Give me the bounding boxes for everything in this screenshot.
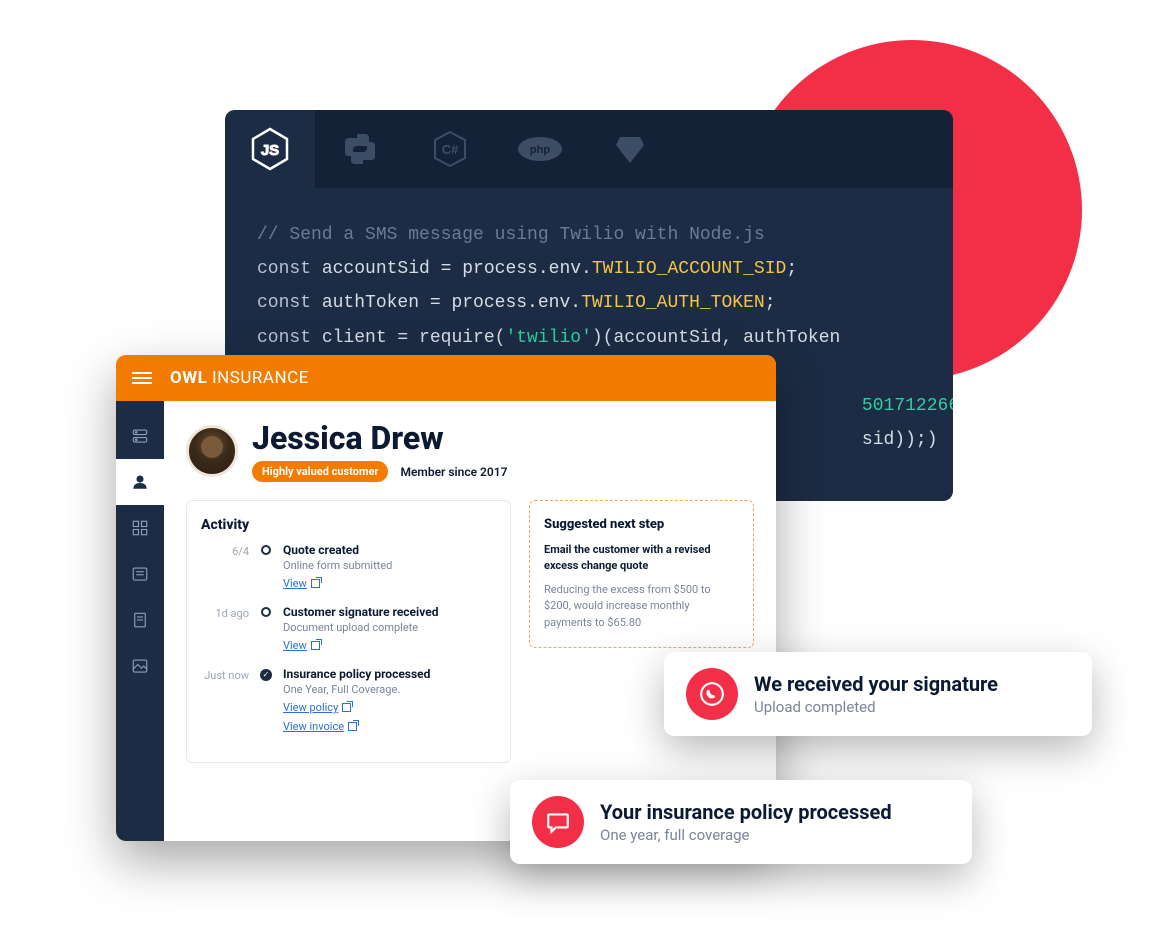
activity-panel: Activity 6/4 Quote created Online form s… (186, 500, 511, 763)
csharp-icon: C# (433, 130, 467, 168)
suggest-detail: Reducing the excess from $500 to $200, w… (544, 582, 739, 632)
sidebar-item-list[interactable] (116, 551, 164, 597)
avatar (186, 425, 238, 477)
activity-item: Just now Insurance policy processed One … (201, 667, 496, 734)
activity-subtitle: Online form submitted (283, 559, 496, 572)
activity-time: 6/4 (201, 543, 249, 591)
view-link[interactable]: View (283, 577, 320, 590)
activity-title: Insurance policy processed (283, 667, 496, 681)
sidebar-item-customer[interactable] (116, 459, 164, 505)
notification-card: Your insurance policy processed One year… (510, 780, 972, 864)
customer-name: Jessica Drew (252, 419, 507, 457)
php-icon: php (517, 136, 563, 162)
suggested-next-step-panel: Suggested next step Email the customer w… (529, 500, 754, 648)
ruby-icon (614, 133, 646, 165)
activity-time: 1d ago (201, 605, 249, 653)
list-icon (131, 565, 149, 583)
notification-subtitle: Upload completed (754, 698, 998, 716)
tab-nodejs[interactable]: JS (225, 110, 315, 188)
external-link-icon (311, 579, 320, 588)
nodejs-icon: JS (251, 127, 289, 171)
tab-csharp[interactable]: C# (405, 110, 495, 188)
status-badge: Highly valued customer (252, 461, 388, 482)
code-line: // Send a SMS message using Twilio with … (257, 225, 765, 245)
view-policy-link[interactable]: View policy (283, 701, 351, 714)
crm-sidebar (116, 401, 164, 841)
grid-icon (131, 519, 149, 537)
sidebar-item-image[interactable] (116, 643, 164, 689)
status-dot-check (260, 669, 272, 681)
notification-title: Your insurance policy processed (600, 800, 892, 824)
crm-header: OWL INSURANCE (116, 355, 776, 401)
python-icon (343, 132, 377, 166)
sidebar-item-server[interactable] (116, 413, 164, 459)
notification-subtitle: One year, full coverage (600, 826, 892, 844)
crm-main: Jessica Drew Highly valued customer Memb… (164, 401, 776, 841)
sidebar-item-grid[interactable] (116, 505, 164, 551)
image-icon (131, 657, 149, 675)
status-dot-open (261, 607, 271, 617)
activity-time: Just now (201, 667, 249, 734)
view-link[interactable]: View (283, 639, 320, 652)
external-link-icon (342, 703, 351, 712)
sidebar-item-document[interactable] (116, 597, 164, 643)
member-since: Member since 2017 (400, 465, 507, 479)
suggest-heading: Suggested next step (544, 517, 739, 532)
user-icon (131, 473, 149, 491)
status-dot-open (261, 545, 271, 555)
activity-title: Quote created (283, 543, 496, 557)
server-icon (131, 427, 149, 445)
activity-title: Customer signature received (283, 605, 496, 619)
tab-php[interactable]: php (495, 110, 585, 188)
menu-icon[interactable] (132, 372, 152, 384)
notification-title: We received your signature (754, 672, 998, 696)
chat-icon (532, 796, 584, 848)
activity-item: 6/4 Quote created Online form submitted … (201, 543, 496, 591)
document-icon (131, 611, 149, 629)
tab-python[interactable] (315, 110, 405, 188)
svg-text:JS: JS (261, 142, 279, 159)
tab-ruby[interactable] (585, 110, 675, 188)
activity-heading: Activity (201, 517, 496, 533)
svg-text:C#: C# (442, 142, 459, 157)
brand-title: OWL INSURANCE (170, 368, 309, 388)
svg-text:php: php (530, 144, 550, 156)
activity-item: 1d ago Customer signature received Docum… (201, 605, 496, 653)
activity-subtitle: Document upload complete (283, 621, 496, 634)
language-tabs: JS C# php (225, 110, 953, 188)
suggest-action: Email the customer with a revised excess… (544, 542, 739, 574)
notification-card: We received your signature Upload comple… (664, 652, 1092, 736)
view-invoice-link[interactable]: View invoice (283, 720, 357, 733)
whatsapp-icon (686, 668, 738, 720)
external-link-icon (311, 641, 320, 650)
activity-subtitle: One Year, Full Coverage. (283, 683, 496, 696)
crm-app-window: OWL INSURANCE (116, 355, 776, 841)
external-link-icon (348, 722, 357, 731)
